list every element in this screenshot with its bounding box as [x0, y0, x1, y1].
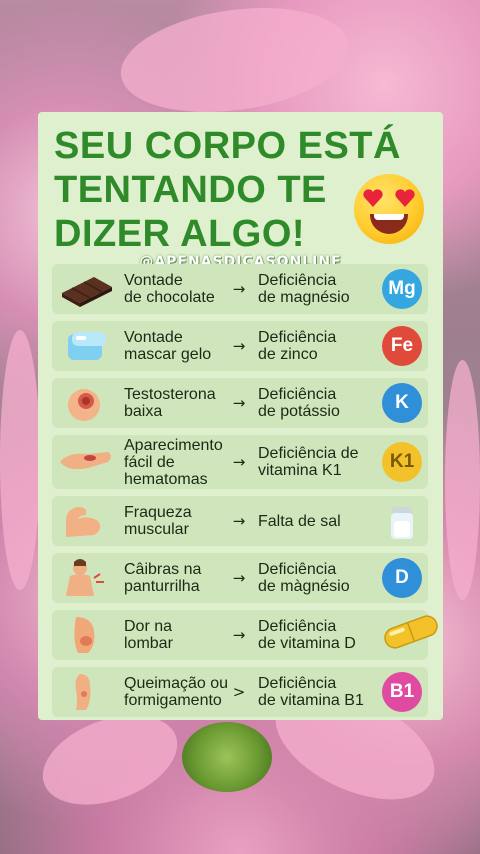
heart-icon: [363, 189, 383, 207]
nutrient-badge: K: [382, 383, 422, 423]
list-item: Vontade mascar gelo → Deficiência de zin…: [52, 321, 428, 371]
symptom-text: Vontade de chocolate: [124, 272, 215, 306]
arrow-icon: →: [232, 394, 246, 412]
arrow-icon: →: [232, 626, 246, 644]
chocolate-icon: [62, 277, 112, 307]
flower-center: [182, 722, 272, 792]
symptom-text: Dor na lombar: [124, 618, 173, 652]
heart-eyes-emoji-icon: [354, 174, 424, 244]
cramp-icon: [66, 559, 104, 596]
symptom-text: Queimação ou formigamento: [124, 675, 229, 709]
petal-decoration: [114, 0, 356, 126]
deficiency-text: Deficiência de magnésio: [258, 272, 350, 306]
petal-decoration: [0, 330, 40, 590]
deficiency-text: Deficiência de vitamina B1: [258, 675, 364, 709]
list-item: Câibras na panturrilha → Deficiência de …: [52, 553, 428, 603]
skin-spot-icon: [68, 389, 100, 421]
arrow-icon: →: [232, 453, 246, 471]
arrow-icon: →: [232, 280, 246, 298]
list-item: Dor na lombar → Deficiência de vitamina …: [52, 610, 438, 660]
title-line: SEU CORPO ESTÁ: [54, 125, 401, 167]
heart-icon: [395, 189, 415, 207]
symptom-text: Aparecimento fácil de hematomas: [124, 436, 223, 488]
deficiency-text: Deficiência de vitamina K1: [258, 445, 359, 479]
foot-icon: [75, 674, 91, 710]
info-card: SEU CORPO ESTÁ TENTANDO TE DIZER ALGO! @…: [38, 112, 443, 720]
arrow-icon: →: [232, 512, 246, 530]
deficiency-text: Deficiência de zinco: [258, 329, 337, 363]
nutrient-badge: D: [382, 558, 422, 598]
symptom-text: Vontade mascar gelo: [124, 329, 212, 363]
arrow-icon: →: [232, 569, 246, 587]
nutrient-badge: K1: [382, 442, 422, 482]
deficiency-text: Deficiência de potássio: [258, 386, 340, 420]
deficiency-text: Deficiência de vitamina D: [258, 618, 356, 652]
petal-decoration: [445, 360, 480, 600]
ice-cube-icon: [68, 332, 106, 360]
symptom-text: Câibras na panturrilha: [124, 561, 202, 595]
list-item: Testosterona baixa → Deficiência de potá…: [52, 378, 428, 428]
symptom-text: Testosterona baixa: [124, 386, 216, 420]
bruised-arm-icon: [60, 452, 111, 470]
emoji-mouth: [370, 214, 408, 234]
list-item: Queimação ou formigamento > Deficiência …: [52, 667, 428, 717]
salt-shaker-icon: [391, 507, 413, 539]
deficiency-text: Falta de sal: [258, 512, 341, 530]
list-item: Aparecimento fácil de hematomas → Defici…: [52, 435, 428, 489]
symptom-text: Fraqueza muscular: [124, 504, 192, 538]
list-item: Vontade de chocolate → Deficiência de ma…: [52, 264, 428, 314]
nutrient-badge: Fe: [382, 326, 422, 366]
arrow-icon: →: [232, 337, 246, 355]
nutrient-badge: Mg: [382, 269, 422, 309]
nutrient-badge: B1: [382, 672, 422, 712]
arrow-icon: >: [232, 683, 246, 701]
lower-back-icon: [74, 617, 95, 653]
flexed-arm-icon: [66, 507, 101, 537]
vitamin-capsule-icon: [384, 615, 438, 649]
list-item: Fraqueza muscular → Falta de sal: [52, 496, 428, 546]
deficiency-text: Deficiência de màgnésio: [258, 561, 350, 595]
